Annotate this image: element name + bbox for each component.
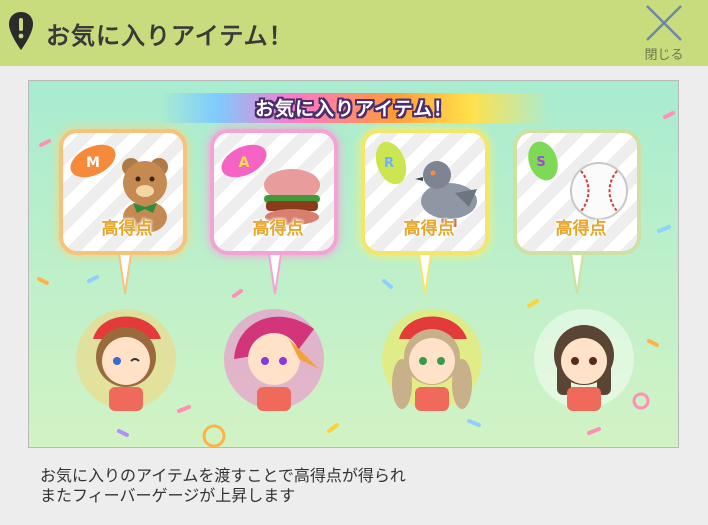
speech-tail [417, 254, 433, 295]
location-pin-icon [9, 12, 33, 50]
item-card-3: R 高得点 [361, 129, 489, 255]
svg-text:R: R [384, 156, 394, 171]
description-line-1: お気に入りのアイテムを渡すことで高得点が得られ [40, 466, 406, 485]
score-label: 高得点 [555, 219, 607, 239]
score-label: 高得点 [403, 219, 455, 239]
description: お気に入りのアイテムを渡すことで高得点が得られ またフィーバーゲージが上昇します [40, 466, 406, 506]
letter-s-icon: S [528, 141, 558, 181]
item-card-2: A 高得点 [210, 129, 338, 255]
baseball-icon [570, 162, 628, 220]
character-1 [76, 309, 176, 411]
item-card-4: S 高得点 [513, 129, 641, 255]
svg-text:M: M [86, 155, 100, 171]
page-title: お気に入りアイテム！ [46, 22, 294, 50]
close-label: 閉じる [644, 48, 684, 63]
letter-a-icon: A [221, 144, 267, 178]
description-line-2: またフィーバーゲージが上昇します [40, 486, 296, 505]
svg-text:S: S [536, 155, 545, 170]
character-4 [534, 309, 634, 411]
score-label: 高得点 [252, 219, 304, 239]
svg-text:A: A [239, 155, 250, 171]
score-label: 高得点 [101, 219, 153, 239]
letter-m-icon: M [70, 144, 116, 178]
banner-title: お気に入りアイテム！ [254, 98, 454, 120]
letter-r-icon: R [375, 141, 407, 185]
banner: お気に入りアイテム！ [179, 91, 529, 125]
close-button[interactable]: 閉じる [634, 2, 694, 64]
speech-tail [117, 254, 133, 295]
speech-tail [569, 254, 585, 295]
favorite-items-illustration: お気に入りアイテム！ M 高得点 A 高得点 R 高得点 S 高得点 [28, 80, 679, 448]
speech-tail [267, 254, 283, 295]
character-3 [382, 309, 482, 411]
close-icon [646, 5, 682, 41]
character-2 [224, 309, 324, 411]
item-card-1: M 高得点 [59, 129, 187, 255]
header-bar: お気に入りアイテム！ 閉じる [0, 0, 708, 66]
